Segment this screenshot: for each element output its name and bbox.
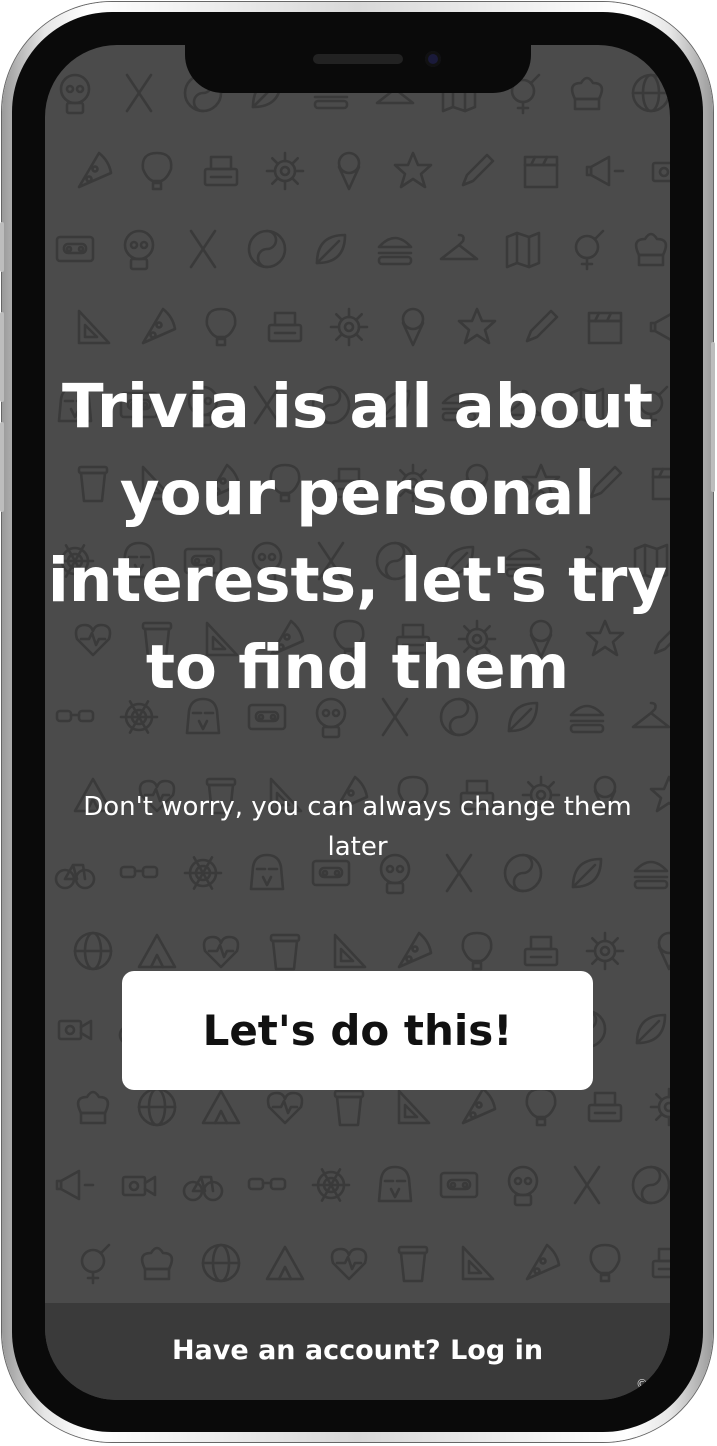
app-screen: Trivia is all about your personal intere… xyxy=(45,45,670,1400)
star-icon xyxy=(649,775,670,813)
skull-icon xyxy=(123,229,155,271)
glasses-icon xyxy=(119,865,159,879)
helm-icon xyxy=(585,931,625,971)
heart-rate-icon xyxy=(266,1091,304,1125)
coffee-cup-icon xyxy=(333,1089,365,1127)
volume-up-button xyxy=(0,312,4,402)
skull-icon xyxy=(59,73,91,115)
star-icon xyxy=(457,307,497,345)
spider-web-icon xyxy=(311,1168,351,1202)
globe-icon xyxy=(137,1087,177,1127)
login-link[interactable]: Have an account? Log in xyxy=(45,1335,670,1366)
typewriter-icon xyxy=(651,1247,670,1279)
chef-hat-icon xyxy=(634,232,668,267)
typewriter-icon xyxy=(587,1091,623,1123)
glasses-icon xyxy=(55,709,95,723)
glasses-icon xyxy=(247,1177,287,1191)
ice-cream-icon xyxy=(401,307,425,347)
speaker-grille xyxy=(313,54,403,64)
pencil-icon xyxy=(461,153,495,187)
leaf-icon xyxy=(635,1013,667,1045)
helm-icon xyxy=(265,151,305,191)
cassette-icon xyxy=(439,1171,479,1199)
star-icon xyxy=(393,151,433,189)
fork-knife-icon xyxy=(189,229,217,269)
camera-icon xyxy=(121,1175,157,1197)
front-camera-icon xyxy=(425,51,441,67)
balloon-icon xyxy=(141,151,173,191)
coffee-cup-icon xyxy=(269,933,301,971)
tent-icon xyxy=(137,933,177,969)
pizza-icon xyxy=(77,151,113,189)
globe-icon xyxy=(631,73,670,113)
pizza-icon xyxy=(397,931,433,969)
helm-icon xyxy=(329,307,369,347)
balloon-icon xyxy=(461,931,493,971)
lets-do-this-button[interactable]: Let's do this! xyxy=(122,971,593,1090)
tent-icon xyxy=(201,1089,241,1125)
fork-knife-icon xyxy=(573,1165,601,1205)
leaf-icon xyxy=(315,233,347,265)
icon-pattern-background xyxy=(54,73,670,1400)
megaphone-icon xyxy=(55,1169,95,1201)
chef-hat-icon xyxy=(140,1246,174,1281)
heart-rate-icon xyxy=(330,1247,368,1281)
camera-icon xyxy=(57,1019,93,1041)
camera-icon xyxy=(651,161,670,183)
bicycle-icon xyxy=(54,863,96,890)
balloon-icon xyxy=(525,1087,557,1127)
pencil-icon xyxy=(525,309,559,343)
typewriter-icon xyxy=(203,155,239,187)
fork-knife-icon xyxy=(125,73,153,113)
typewriter-icon xyxy=(523,935,559,967)
chef-hat-icon xyxy=(76,1090,110,1125)
globe-icon xyxy=(73,931,113,971)
typewriter-icon xyxy=(267,311,303,343)
globe-icon xyxy=(201,1243,241,1283)
pizza-icon xyxy=(525,1243,561,1281)
tent-icon xyxy=(265,1245,305,1281)
megaphone-icon xyxy=(585,155,625,187)
coffee-cup-icon xyxy=(397,1245,429,1283)
onboarding-headline: Trivia is all about your personal intere… xyxy=(47,371,668,703)
megaphone-icon xyxy=(649,313,670,341)
film-clapper-icon xyxy=(587,311,623,345)
mute-switch xyxy=(0,222,4,272)
map-icon xyxy=(505,231,541,269)
gender-icon xyxy=(574,229,605,271)
ruler-icon xyxy=(333,933,367,969)
power-button xyxy=(711,342,715,492)
balloon-icon xyxy=(589,1243,621,1283)
copyright-mark: © xyxy=(636,1377,648,1391)
helm-icon xyxy=(649,1087,670,1127)
burger-icon xyxy=(377,236,413,266)
darth-vader-icon xyxy=(377,1165,413,1203)
ruler-icon xyxy=(461,1245,495,1281)
ice-cream-icon xyxy=(337,151,361,191)
heart-rate-icon xyxy=(202,935,240,969)
onboarding-subtext: Don't worry, you can always change them … xyxy=(83,792,632,862)
cassette-icon xyxy=(55,235,95,263)
ruler-icon xyxy=(77,309,111,345)
bicycle-icon xyxy=(182,1175,224,1202)
ruler-icon xyxy=(397,1089,431,1125)
pizza-icon xyxy=(141,307,177,345)
skull-icon xyxy=(507,1165,539,1207)
pizza-icon xyxy=(461,1087,497,1125)
volume-down-button xyxy=(0,422,4,512)
film-clapper-icon xyxy=(523,155,559,189)
hanger-icon xyxy=(439,233,479,261)
ice-cream-icon xyxy=(657,931,670,971)
balloon-icon xyxy=(205,307,237,347)
notch xyxy=(185,45,531,93)
chef-hat-icon xyxy=(570,76,604,111)
yin-yang-icon xyxy=(631,1165,670,1205)
yin-yang-icon xyxy=(247,229,287,269)
gender-icon xyxy=(80,1243,111,1285)
